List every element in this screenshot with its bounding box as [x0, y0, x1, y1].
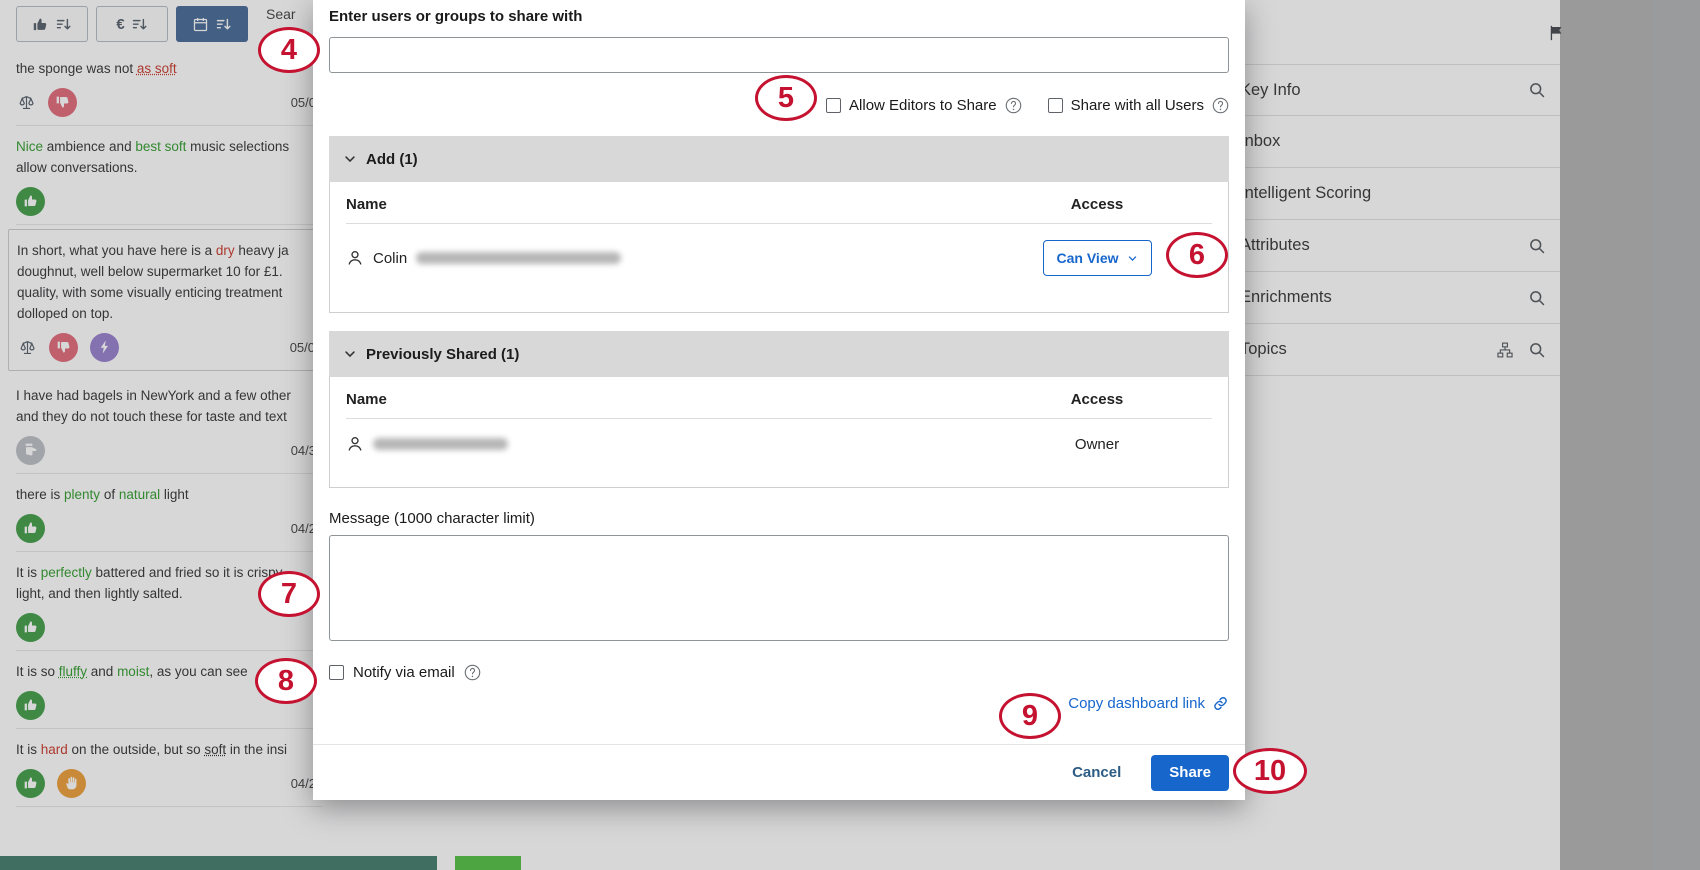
copy-dashboard-link[interactable]: Copy dashboard link	[1068, 695, 1229, 712]
name-column-header: Name	[346, 391, 1022, 408]
owner-access-value: Owner	[1075, 436, 1119, 453]
previously-shared-table-header: Name Access	[346, 377, 1212, 419]
share-with-label: Enter users or groups to share with	[329, 8, 1229, 25]
help-icon[interactable]	[1005, 97, 1022, 114]
notify-email-row[interactable]: Notify via email	[329, 664, 1229, 681]
annotation-circle-9: 9	[999, 693, 1061, 739]
help-icon[interactable]	[464, 664, 481, 681]
previously-shared-table: Name Access Owner	[329, 377, 1229, 488]
share-all-users-option[interactable]: Share with all Users	[1048, 97, 1229, 114]
copy-link-row: Copy dashboard link	[329, 695, 1229, 712]
annotation-circle-4: 4	[258, 27, 320, 73]
add-section-header[interactable]: Add (1)	[329, 136, 1229, 182]
redacted-email	[416, 252, 621, 264]
name-column-header: Name	[346, 196, 1022, 213]
share-button[interactable]: Share	[1151, 755, 1229, 791]
chevron-down-icon	[343, 347, 357, 361]
share-all-users-label: Share with all Users	[1071, 97, 1204, 114]
share-dialog-footer: Cancel Share	[313, 744, 1245, 800]
previously-shared-title: Previously Shared (1)	[366, 346, 519, 363]
notify-email-checkbox[interactable]	[329, 665, 344, 680]
cancel-button[interactable]: Cancel	[1072, 764, 1121, 781]
added-user-name: Colin	[373, 250, 407, 267]
annotation-circle-8: 8	[255, 658, 317, 704]
share-users-input[interactable]	[329, 37, 1229, 73]
notify-email-label: Notify via email	[353, 664, 455, 681]
owner-row: Owner	[346, 419, 1212, 487]
chevron-down-icon	[343, 152, 357, 166]
allow-editors-label: Allow Editors to Share	[849, 97, 997, 114]
access-level-dropdown[interactable]: Can View	[1043, 240, 1152, 276]
access-column-header: Access	[1022, 391, 1172, 408]
person-icon	[346, 249, 364, 267]
annotation-circle-10: 10	[1233, 748, 1307, 794]
person-icon	[346, 435, 364, 453]
access-column-header: Access	[1022, 196, 1172, 213]
share-all-users-checkbox[interactable]	[1048, 98, 1063, 113]
copy-dashboard-link-label: Copy dashboard link	[1068, 695, 1205, 712]
add-table-header: Name Access	[346, 182, 1212, 224]
screen: €Sear the sponge was not as soft05/0Nice…	[0, 0, 1700, 870]
message-label: Message (1000 character limit)	[329, 510, 1229, 527]
link-icon	[1212, 695, 1229, 712]
add-section-title: Add (1)	[366, 151, 418, 168]
access-level-value: Can View	[1057, 250, 1119, 266]
allow-editors-option[interactable]: Allow Editors to Share	[826, 97, 1022, 114]
annotation-circle-5: 5	[755, 75, 817, 121]
add-user-row: Colin Can View	[346, 224, 1212, 312]
redacted-email	[373, 438, 508, 450]
add-section-table: Name Access Colin Can View	[329, 182, 1229, 313]
chevron-down-icon	[1127, 253, 1138, 264]
help-icon[interactable]	[1212, 97, 1229, 114]
annotation-circle-6: 6	[1166, 232, 1228, 278]
annotation-circle-7: 7	[258, 571, 320, 617]
message-textarea[interactable]	[329, 535, 1229, 641]
allow-editors-checkbox[interactable]	[826, 98, 841, 113]
previously-shared-header[interactable]: Previously Shared (1)	[329, 331, 1229, 377]
